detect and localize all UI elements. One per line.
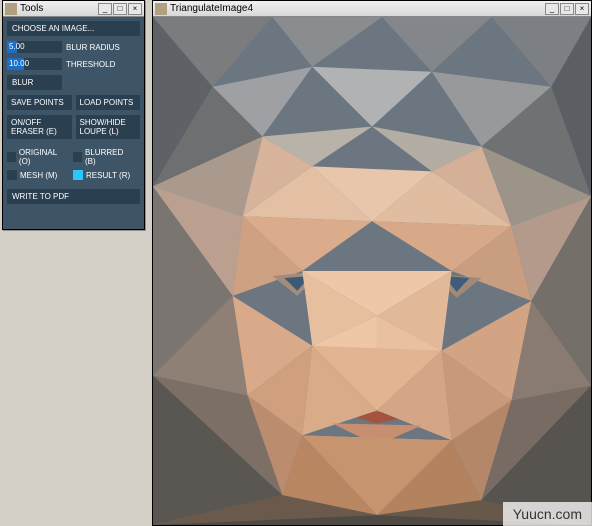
checkbox-icon [73, 152, 82, 162]
checkbox-icon [73, 170, 83, 180]
result-check[interactable]: RESULT (R) [73, 170, 131, 180]
tools-titlebar[interactable]: Tools _ □ × [3, 1, 144, 17]
blur-radius-value: 5.00 [9, 41, 25, 53]
app-icon [155, 3, 167, 15]
maximize-button[interactable]: □ [113, 3, 127, 15]
image-canvas[interactable] [153, 17, 591, 525]
app-icon [5, 3, 17, 15]
blur-radius-label: BLUR RADIUS [66, 43, 120, 52]
tools-window: Tools _ □ × CHOOSE AN IMAGE... 5.00 BLUR… [2, 0, 145, 230]
watermark: Yuucn.com [503, 502, 592, 526]
choose-image-button[interactable]: CHOOSE AN IMAGE... [7, 21, 140, 36]
checkbox-icon [7, 152, 16, 162]
mesh-check[interactable]: MESH (M) [7, 170, 65, 180]
checkbox-icon [7, 170, 17, 180]
original-label: ORIGINAL (O) [19, 148, 65, 166]
blur-radius-slider[interactable]: 5.00 [7, 41, 62, 53]
result-label: RESULT (R) [86, 171, 130, 180]
write-pdf-button[interactable]: WRITE TO PDF [7, 189, 140, 204]
threshold-slider[interactable]: 10.00 [7, 58, 62, 70]
eraser-toggle[interactable]: ON/OFF ERASER (E) [7, 115, 72, 139]
mesh-label: MESH (M) [20, 171, 57, 180]
load-points-button[interactable]: LOAD POINTS [76, 95, 141, 110]
tools-sysbuttons: _ □ × [98, 3, 142, 15]
blurred-check[interactable]: BLURRED (B) [73, 148, 131, 166]
minimize-button[interactable]: _ [545, 3, 559, 15]
threshold-label: THRESHOLD [66, 60, 115, 69]
points-row: SAVE POINTS LOAD POINTS [7, 95, 140, 110]
minimize-button[interactable]: _ [98, 3, 112, 15]
close-button[interactable]: × [575, 3, 589, 15]
toggle-row: ON/OFF ERASER (E) SHOW/HIDE LOUPE (L) [7, 115, 140, 139]
image-titlebar[interactable]: TriangulateImage4 _ □ × [153, 1, 591, 17]
image-window: TriangulateImage4 _ □ × [152, 0, 592, 526]
image-sysbuttons: _ □ × [545, 3, 589, 15]
tools-content: CHOOSE AN IMAGE... 5.00 BLUR RADIUS 10.0… [3, 17, 144, 208]
tools-title: Tools [20, 3, 98, 14]
loupe-toggle[interactable]: SHOW/HIDE LOUPE (L) [76, 115, 141, 139]
image-title: TriangulateImage4 [170, 3, 545, 14]
close-button[interactable]: × [128, 3, 142, 15]
triangulated-image [153, 17, 591, 525]
blurred-label: BLURRED (B) [85, 148, 131, 166]
blur-radius-row: 5.00 BLUR RADIUS [7, 41, 140, 53]
blur-button[interactable]: BLUR [7, 75, 62, 90]
view-checks: ORIGINAL (O) BLURRED (B) MESH (M) RESULT… [7, 144, 140, 184]
original-check[interactable]: ORIGINAL (O) [7, 148, 65, 166]
maximize-button[interactable]: □ [560, 3, 574, 15]
save-points-button[interactable]: SAVE POINTS [7, 95, 72, 110]
threshold-row: 10.00 THRESHOLD [7, 58, 140, 70]
threshold-value: 10.00 [9, 58, 29, 70]
